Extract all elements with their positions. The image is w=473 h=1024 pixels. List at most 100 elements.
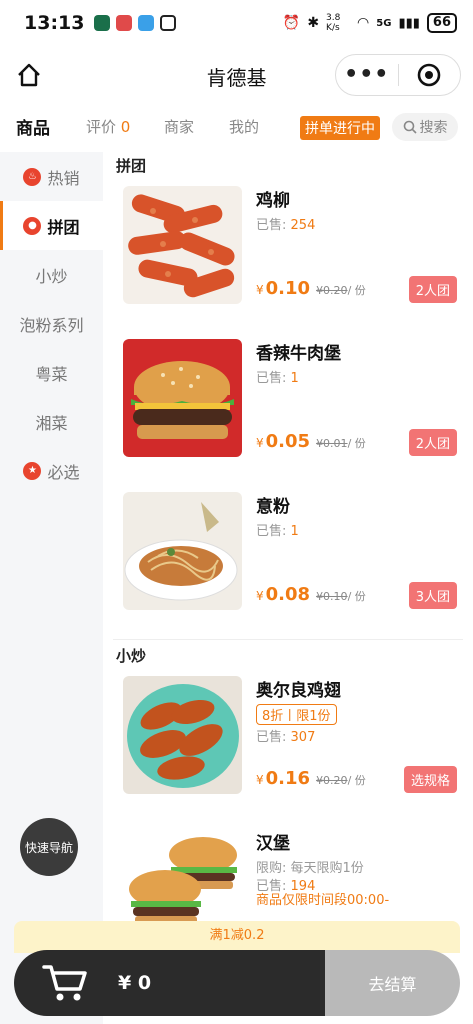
section-title: 小炒	[116, 647, 147, 665]
product-item[interactable]: 鸡柳 已售: 254 ¥ 0.10 ¥0.20 / 份 2人团	[103, 180, 473, 333]
wifi-icon: ◠	[357, 15, 370, 31]
product-name: 鸡柳	[256, 191, 290, 211]
sold-label: 已售:	[256, 371, 287, 386]
category-sidebar: ♨ 热销 ● 拼团 小炒 泡粉系列 粤菜 湘菜 ★ 必选	[0, 152, 103, 1024]
sold-count: 1	[290, 371, 299, 386]
product-sold: 已售: 254	[256, 214, 315, 233]
sidebar-item-label: 粤菜	[35, 364, 68, 384]
price-value: 0.08	[265, 584, 311, 605]
currency-symbol: ¥	[256, 283, 264, 297]
target-close-icon	[417, 63, 441, 87]
status-bar: 13:13 ⏰ ✱ 3.8 K/s ◠ 5G ▮▮▮ 66	[0, 0, 473, 46]
bluetooth-icon: ✱	[307, 15, 320, 31]
product-name: 奥尔良鸡翅	[256, 681, 341, 701]
sold-count: 254	[290, 218, 316, 233]
battery-icon: 66	[426, 13, 457, 33]
sold-label: 已售:	[256, 730, 287, 745]
product-sold: 已售: 1	[256, 367, 299, 386]
star-icon: ★	[23, 461, 42, 480]
choose-spec-button[interactable]: 选规格	[403, 766, 457, 793]
status-app-icons	[94, 15, 177, 31]
sidebar-item-label: 热销	[47, 168, 80, 188]
store-tabs: 商品 评价 0 商家 我的 拼单进行中 搜索	[0, 104, 473, 148]
sidebar-item-hunan[interactable]: 湘菜	[0, 397, 103, 446]
product-image[interactable]	[123, 676, 242, 794]
purchase-limit: 限购: 每天限购1份	[256, 861, 364, 876]
more-button[interactable]: •••	[336, 55, 398, 95]
product-price: ¥ 0.16 ¥0.20 / 份	[256, 768, 366, 789]
price-unit: / 份	[347, 590, 366, 603]
sidebar-item-noodles[interactable]: 泡粉系列	[0, 299, 103, 348]
sidebar-item-group[interactable]: ● 拼团	[0, 201, 103, 250]
sold-count: 194	[290, 879, 316, 894]
sidebar-item-cantonese[interactable]: 粤菜	[0, 348, 103, 397]
product-sold: 已售: 194	[256, 875, 315, 894]
search-button[interactable]: 搜索	[392, 113, 458, 141]
close-button[interactable]	[398, 63, 460, 87]
sold-label: 已售:	[256, 879, 287, 894]
cart-summary[interactable]: ¥ 0	[14, 950, 325, 1016]
product-name: 意粉	[256, 497, 290, 517]
product-image[interactable]	[123, 186, 242, 304]
reviews-count: 0	[120, 118, 131, 136]
tab-reviews-label: 评价	[86, 118, 117, 136]
price-unit: / 份	[347, 437, 366, 450]
product-item[interactable]: 香辣牛肉堡 已售: 1 ¥ 0.05 ¥0.01 / 份 2人团	[103, 333, 473, 486]
sold-label: 已售:	[256, 524, 287, 539]
sidebar-item-label: 小炒	[35, 266, 68, 286]
original-price: ¥0.20	[316, 284, 348, 297]
cart-total: ¥ 0	[118, 972, 152, 994]
section-divider	[113, 639, 463, 640]
search-label: 搜索	[419, 120, 448, 136]
product-name: 香辣牛肉堡	[256, 344, 341, 364]
currency-symbol: ¥	[256, 436, 264, 450]
tab-merchant[interactable]: 商家	[164, 116, 194, 137]
checkout-button[interactable]: 去结算	[325, 950, 460, 1016]
group-buy-button[interactable]: 3人团	[408, 582, 457, 609]
sidebar-item-label: 必选	[47, 462, 80, 482]
group-order-badge[interactable]: 拼单进行中	[300, 116, 380, 140]
product-sold: 已售: 307	[256, 726, 315, 745]
signal-label: 5G	[376, 17, 392, 29]
discount-tag: 8折丨限1份	[256, 704, 337, 725]
currency-symbol: ¥	[256, 589, 264, 603]
fire-icon: ♨	[23, 167, 42, 186]
cart-icon	[42, 965, 87, 1001]
group-buy-button[interactable]: 2人团	[408, 276, 457, 303]
price-value: 0.10	[265, 278, 311, 299]
product-image[interactable]	[123, 339, 242, 457]
network-speed: 3.8 K/s	[326, 13, 341, 33]
sidebar-item-hot[interactable]: ♨ 热销	[0, 152, 103, 201]
sidebar-item-label: 拼团	[47, 217, 80, 237]
original-price: ¥0.20	[316, 774, 348, 787]
sold-label: 已售:	[256, 218, 287, 233]
tab-mine[interactable]: 我的	[229, 116, 259, 137]
price-value: 0.05	[265, 431, 311, 452]
price-value: 0.16	[265, 768, 311, 789]
section-title: 拼团	[116, 157, 147, 175]
product-item[interactable]: 意粉 已售: 1 ¥ 0.08 ¥0.10 / 份 3人团	[103, 486, 473, 639]
sold-count: 307	[290, 730, 316, 745]
promo-banner: 满1减0.2	[14, 921, 460, 953]
quick-nav-button[interactable]: 快速导航	[20, 818, 78, 876]
sidebar-item-label: 湘菜	[35, 413, 68, 433]
group-icon: ●	[23, 216, 42, 235]
group-buy-button[interactable]: 2人团	[408, 429, 457, 456]
price-unit: / 份	[347, 284, 366, 297]
original-price: ¥0.10	[316, 590, 348, 603]
tab-goods[interactable]: 商品	[16, 114, 50, 139]
alarm-icon: ⏰	[282, 15, 301, 31]
sidebar-item-stirfry[interactable]: 小炒	[0, 250, 103, 299]
original-price: ¥0.01	[316, 437, 348, 450]
nfc-icon	[160, 15, 177, 31]
sold-count: 1	[290, 524, 299, 539]
app-notification-icon	[138, 15, 155, 31]
product-item[interactable]: 奥尔良鸡翅 8折丨限1份 已售: 307 ¥ 0.16 ¥0.20 / 份 选规…	[103, 670, 473, 823]
product-price: ¥ 0.05 ¥0.01 / 份	[256, 431, 366, 452]
sidebar-item-required[interactable]: ★ 必选	[0, 446, 103, 495]
tab-reviews[interactable]: 评价 0	[86, 116, 130, 137]
price-unit: / 份	[347, 774, 366, 787]
search-icon	[403, 120, 417, 134]
product-list: 拼团 鸡柳 已售: 254 ¥ 0.10 ¥0.20 / 份 2人团 香辣牛肉堡…	[103, 152, 473, 1024]
product-image[interactable]	[123, 492, 242, 610]
